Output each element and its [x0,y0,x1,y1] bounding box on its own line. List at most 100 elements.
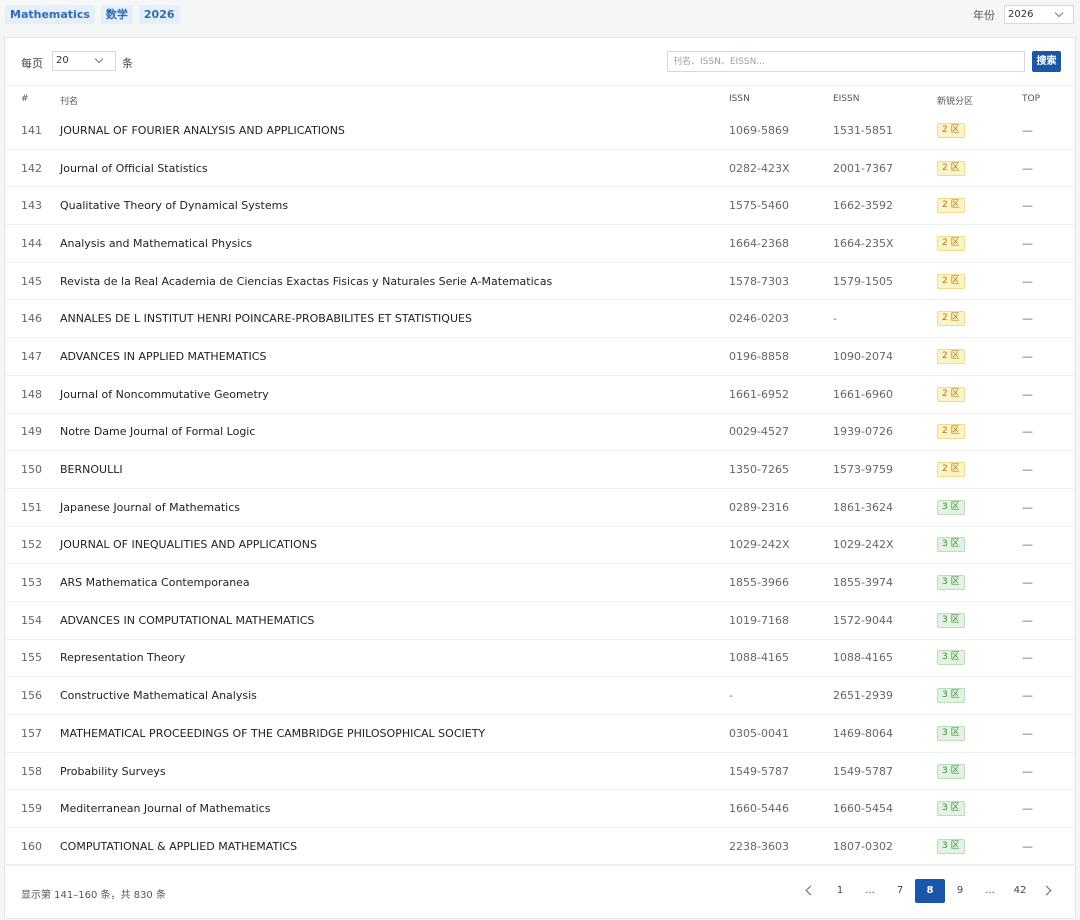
page-42-button[interactable]: 42 [1005,879,1035,903]
table-footer: 显示第 141–160 条，共 830 条 1... 7 8 9... 42 [5,864,1075,918]
zone-cell: 3 区 [937,602,965,639]
header-eissn: EISSN [833,94,860,104]
zone-badge: 3 区 [937,537,965,553]
journal-name[interactable]: Representation Theory [60,640,185,677]
header-name: 刊名 [60,97,79,107]
journal-name[interactable]: Mediterranean Journal of Mathematics [60,790,270,827]
zone-badge: 3 区 [937,575,965,591]
issn-value: 1855-3966 [729,576,789,590]
issn-value: 1578-7303 [729,274,789,288]
journal-name[interactable]: Revista de la Real Academia de Ciencias … [60,263,552,300]
year-select[interactable]: 2026 [1004,5,1074,24]
row-number: 158 [21,764,42,778]
row-number: 159 [21,802,42,816]
zone-cell: 3 区 [937,790,965,827]
top-value: — [1022,764,1033,778]
table-row[interactable]: 141 JOURNAL OF FOURIER ANALYSIS AND APPLI… [5,112,1075,150]
journal-name[interactable]: Journal of Official Statistics [60,150,208,187]
table-row[interactable]: 153 ARS Mathematica Contemporanea 1855-396… [5,564,1075,602]
chevron-left-icon[interactable] [805,885,816,896]
eissn-value: 1469-8064 [833,726,893,740]
table-body: 141 JOURNAL OF FOURIER ANALYSIS AND APPLI… [5,112,1075,866]
zone-badge: 2 区 [937,386,965,402]
eissn-value: 2001-7367 [833,161,893,175]
journal-list-panel: 每页 20 条 搜索 # 刊名 ISSN EISSN 新锐分区 TOP 141 J… [4,37,1076,919]
tag-year[interactable]: 2026 [138,5,180,24]
zone-badge: 2 区 [937,198,965,214]
zone-badge: 2 区 [937,235,965,251]
table-row[interactable]: 145 Revista de la Real Academia de Cienci… [5,263,1075,301]
journal-name[interactable]: Japanese Journal of Mathematics [60,489,240,526]
table-row[interactable]: 149 Notre Dame Journal of Formal Logic 002… [5,414,1075,452]
table-row[interactable]: 142 Journal of Official Statistics 0282-42… [5,149,1075,188]
issn-value: 0282-423X [729,161,790,175]
row-number: 146 [21,312,42,326]
journal-name[interactable]: COMPUTATIONAL & APPLIED MATHEMATICS [60,828,297,865]
zone-cell: 3 区 [937,489,965,526]
table-row[interactable]: 157 MATHEMATICAL PROCEEDINGS OF THE CAMBR… [5,715,1075,753]
search-input[interactable] [667,51,1025,72]
journal-name[interactable]: Notre Dame Journal of Formal Logic [60,414,255,451]
eissn-value: 1661-6960 [833,387,893,401]
table-row[interactable]: 158 Probability Surveys 1549-5787 1549-5787… [5,752,1075,791]
table-row[interactable]: 152 JOURNAL OF INEQUALITIES AND APPLICATI… [5,526,1075,565]
row-number: 147 [21,349,42,363]
journal-name[interactable]: JOURNAL OF FOURIER ANALYSIS AND APPLICAT… [60,112,345,149]
table-row[interactable]: 146 ANNALES DE L INSTITUT HENRI POINCARE-… [5,300,1075,339]
table-row[interactable]: 156 Constructive Mathematical Analysis - 26… [5,677,1075,715]
zone-badge: 3 区 [937,725,965,741]
journal-name[interactable]: ADVANCES IN COMPUTATIONAL MATHEMATICS [60,602,314,639]
tag-subject-en[interactable]: Mathematics [5,5,95,24]
per-page-select[interactable]: 20 [52,51,116,71]
page-8-button[interactable]: 8 [915,879,945,903]
top-value: — [1022,613,1033,627]
table-row[interactable]: 154 ADVANCES IN COMPUTATIONAL MATHEMATICS… [5,601,1075,640]
table-row[interactable]: 148 Journal of Noncommutative Geometry 166… [5,375,1075,414]
journal-name[interactable]: MATHEMATICAL PROCEEDINGS OF THE CAMBRIDG… [60,715,485,752]
journal-name[interactable]: ADVANCES IN APPLIED MATHEMATICS [60,338,266,375]
journal-name[interactable]: JOURNAL OF INEQUALITIES AND APPLICATIONS [60,527,317,564]
issn-value: 0029-4527 [729,425,789,439]
zone-badge: 2 区 [937,122,965,138]
row-number: 155 [21,651,42,665]
table-row[interactable]: 150 BERNOULLI 1350-7265 1573-9759 2 区 — [5,451,1075,489]
row-number: 160 [21,839,42,853]
table-row[interactable]: 147 ADVANCES IN APPLIED MATHEMATICS 0196-8… [5,338,1075,376]
page-7-button[interactable]: 7 [885,879,915,903]
zone-badge: 2 区 [937,424,965,440]
page-9-button[interactable]: 9 [945,879,975,903]
table-row[interactable]: 159 Mediterranean Journal of Mathematics 1… [5,790,1075,829]
top-value: — [1022,387,1033,401]
table-row[interactable]: 144 Analysis and Mathematical Physics 1664… [5,225,1075,263]
search-button[interactable]: 搜索 [1032,51,1061,72]
eissn-value: 1579-1505 [833,274,893,288]
journal-name[interactable]: ANNALES DE L INSTITUT HENRI POINCARE-PRO… [60,300,472,337]
eissn-value: 1573-9759 [833,463,893,477]
journal-name[interactable]: Probability Surveys [60,753,166,790]
per-page-unit: 条 [122,57,133,70]
zone-cell: 2 区 [937,225,965,262]
table-row[interactable]: 143 Qualitative Theory of Dynamical Syste… [5,187,1075,226]
zone-badge: 2 区 [937,311,965,327]
journal-name[interactable]: Qualitative Theory of Dynamical Systems [60,187,288,224]
journal-name[interactable]: Constructive Mathematical Analysis [60,677,257,714]
table-row[interactable]: 151 Japanese Journal of Mathematics 0289-2… [5,489,1075,527]
chevron-down-icon [1054,8,1064,18]
issn-value: 0305-0041 [729,726,789,740]
eissn-value: 1029-242X [833,538,894,552]
zone-badge: 3 区 [937,612,965,628]
tag-subject-zh[interactable]: 数学 [100,5,133,24]
top-value: — [1022,463,1033,477]
year-select-value: 2026 [1008,9,1034,20]
table-row[interactable]: 155 Representation Theory 1088-4165 1088-41… [5,640,1075,678]
page-1-button[interactable]: 1 [825,879,855,903]
journal-name[interactable]: BERNOULLI [60,451,123,488]
chevron-right-icon[interactable] [1041,885,1052,896]
journal-name[interactable]: ARS Mathematica Contemporanea [60,564,250,601]
journal-name[interactable]: Analysis and Mathematical Physics [60,225,252,262]
zone-cell: 3 区 [937,677,965,714]
top-value: — [1022,839,1033,853]
table-row[interactable]: 160 COMPUTATIONAL & APPLIED MATHEMATICS 22… [5,828,1075,866]
issn-value: 2238-3603 [729,839,789,853]
journal-name[interactable]: Journal of Noncommutative Geometry [60,376,269,413]
